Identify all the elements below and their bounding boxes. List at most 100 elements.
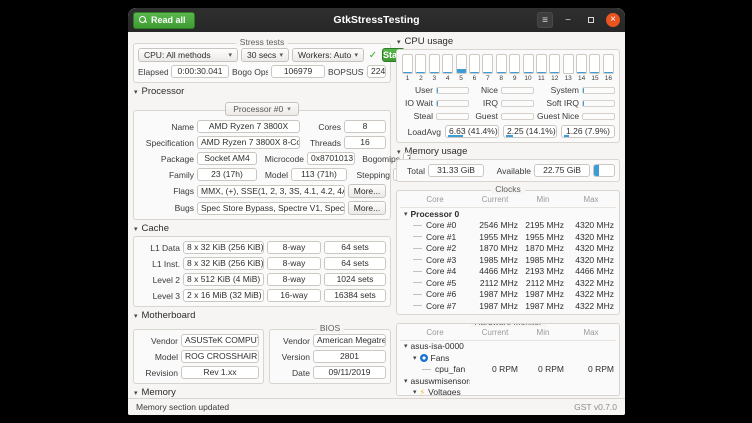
bios-vendor-field[interactable]: American Megatrends Inc. (313, 334, 386, 347)
cpu-usage-section-toggle[interactable]: ▾ CPU usage (397, 36, 620, 47)
current-column-header[interactable]: Current (470, 328, 520, 337)
mobo-vendor-field[interactable]: ASUSTeK COMPUTER INC. (181, 334, 259, 347)
bios-version-field[interactable]: 2801 (313, 350, 386, 363)
max-column-header[interactable]: Max (566, 195, 616, 204)
clock-row-core1[interactable]: Core #1 1955 MHz1955 MHz4320 MHz (400, 231, 616, 243)
hw-group-fans[interactable]: ▾Fans (400, 352, 616, 364)
cpu-core-meter-fill (403, 72, 412, 73)
clock-row-core3[interactable]: Core #3 1985 MHz1985 MHz4320 MHz (400, 254, 616, 266)
clock-row-core0[interactable]: Core #0 2546 MHz2195 MHz4320 MHz (400, 220, 616, 232)
mobo-model-field[interactable]: ROG CROSSHAIR VII HERO (181, 350, 259, 363)
guest-nice-bar (582, 113, 615, 120)
clock-row-core6[interactable]: Core #6 1987 MHz1987 MHz4322 MHz (400, 289, 616, 301)
available-memory-field[interactable]: 22.75 GiB (534, 164, 590, 177)
bops-field[interactable]: 224.73 (367, 65, 386, 78)
l1-data-ways-field[interactable]: 8-way (267, 241, 321, 254)
family-field[interactable]: 23 (17h) (197, 168, 257, 181)
stress-workers-dropdown[interactable]: Workers: Auto▾ (292, 48, 364, 62)
bugs-field[interactable]: Spec Store Bypass, Spectre V1, Spectre V… (197, 202, 345, 215)
cpu-name-field[interactable]: AMD Ryzen 7 3800X (197, 120, 300, 133)
cache-section-toggle[interactable]: ▾ Cache (134, 223, 391, 234)
l1-data-size-field[interactable]: 8 x 32 KiB (256 KiB) (183, 241, 264, 254)
loadavg-1min-field[interactable]: 6.63 (41.4%) (445, 125, 499, 138)
package-field[interactable]: Socket AM4 (197, 152, 257, 165)
level2-sets-field[interactable]: 1024 sets (324, 273, 386, 286)
tree-branch (413, 282, 422, 283)
bogo-ops-field[interactable]: 106979 (271, 65, 325, 78)
bios-date-field[interactable]: 09/11/2019 (313, 366, 386, 379)
total-label: Total (401, 166, 425, 176)
mobo-revision-label: Revision (138, 368, 178, 378)
close-button[interactable]: × (606, 13, 620, 27)
cpu-core-meter-trough (469, 54, 480, 74)
motherboard-section-label: Motherboard (142, 310, 196, 321)
hw-row-cpu-fan[interactable]: cpu_fan 0 RPM0 RPM0 RPM (400, 364, 616, 376)
flags-field[interactable]: MMX, (+), SSE(1, 2, 3, 3S, 4.1, 4.2, 4A)… (197, 185, 345, 198)
fan-icon (420, 354, 428, 362)
l1-inst-ways-field[interactable]: 8-way (267, 257, 321, 270)
level2-size-field[interactable]: 8 x 512 KiB (4 MiB) (183, 273, 264, 286)
cpu-core-meter: 11 (536, 54, 547, 82)
cpu-core-meter-trough (456, 54, 467, 74)
level3-size-field[interactable]: 2 x 16 MiB (32 MiB) (183, 289, 264, 302)
cpu-core-number: 10 (524, 75, 531, 82)
hw-group-asuswmi[interactable]: ▾asuswmisensors-isa-0000 (400, 375, 616, 387)
min-column-header[interactable]: Min (520, 195, 566, 204)
cpu-core-meters: 12345678910111213141516 (401, 54, 615, 82)
clock-row-core2[interactable]: Core #2 1870 MHz1870 MHz4320 MHz (400, 243, 616, 255)
titlebar[interactable]: GtkStressTesting Read all ≡ − × (128, 8, 625, 32)
total-memory-field[interactable]: 31.33 GiB (428, 164, 484, 177)
specification-field[interactable]: AMD Ryzen 7 3800X 8-Core Processor (197, 136, 300, 149)
core-column-header[interactable]: Core (400, 195, 470, 204)
minimize-button[interactable]: − (560, 12, 576, 28)
clocks-group-row[interactable]: ▾Processor 0 (400, 208, 616, 220)
elapsed-field[interactable]: 0:00:30.041 (171, 65, 229, 78)
cpu-core-meter-fill (537, 72, 546, 73)
clock-row-core7[interactable]: Core #7 1987 MHz1987 MHz4322 MHz (400, 300, 616, 312)
processor-section-toggle[interactable]: ▾ Processor (134, 86, 391, 97)
loadavg-15min-field[interactable]: 1.26 (7.9%) (561, 125, 615, 138)
hamburger-icon: ≡ (542, 15, 548, 26)
stress-method-dropdown[interactable]: CPU: All methods▾ (138, 48, 238, 62)
cpu-core-meter-trough (589, 54, 600, 74)
stress-duration-dropdown[interactable]: 30 secs▾ (241, 48, 289, 62)
model-field[interactable]: 113 (71h) (291, 168, 347, 181)
max-column-header[interactable]: Max (566, 328, 616, 337)
l1-inst-sets-field[interactable]: 64 sets (324, 257, 386, 270)
hw-group-voltages[interactable]: ▾⚡Voltages (400, 387, 616, 397)
microcode-field[interactable]: 0x8701013 (307, 152, 355, 165)
clock-row-core5[interactable]: Core #5 2112 MHz2112 MHz4322 MHz (400, 277, 616, 289)
l1-data-sets-field[interactable]: 64 sets (324, 241, 386, 254)
hw-group-asus-isa[interactable]: ▾asus-isa-0000 (400, 341, 616, 353)
bugs-more-button[interactable]: More... (348, 201, 386, 215)
tree-branch (413, 259, 422, 260)
current-column-header[interactable]: Current (470, 195, 520, 204)
processor-selector-wrap: Processor #0▾ (133, 99, 391, 117)
min-column-header[interactable]: Min (520, 328, 566, 337)
core-column-header[interactable]: Core (400, 328, 470, 337)
loadavg-5min-field[interactable]: 2.25 (14.1%) (503, 125, 557, 138)
read-all-button[interactable]: Read all (133, 12, 195, 29)
memory-section-toggle[interactable]: ▾ Memory (134, 387, 391, 398)
mobo-revision-field[interactable]: Rev 1.xx (181, 366, 259, 379)
l1-inst-size-field[interactable]: 8 x 32 KiB (256 KiB) (183, 257, 264, 270)
processor-selector-dropdown[interactable]: Processor #0▾ (225, 102, 299, 116)
hardware-monitor-frame-label: Hardware Monitor (470, 323, 546, 327)
system-label: System (537, 85, 579, 95)
level3-ways-field[interactable]: 16-way (267, 289, 321, 302)
clock-row-core4[interactable]: Core #4 4466 MHz2193 MHz4466 MHz (400, 266, 616, 278)
memory-usage-section-toggle[interactable]: ▾ Memory usage (397, 146, 620, 157)
threads-field[interactable]: 16 (344, 136, 386, 149)
irq-label: IRQ (472, 98, 498, 108)
cpu-core-meter-trough (576, 54, 587, 74)
ready-check-icon: ✓ (367, 49, 379, 62)
menu-button[interactable]: ≡ (537, 12, 553, 28)
cpu-core-meter: 14 (576, 54, 587, 82)
tree-branch (413, 271, 422, 272)
motherboard-section-toggle[interactable]: ▾ Motherboard (134, 310, 391, 321)
flags-more-button[interactable]: More... (348, 184, 386, 198)
level2-ways-field[interactable]: 8-way (267, 273, 321, 286)
maximize-button[interactable] (583, 12, 599, 28)
cores-field[interactable]: 8 (344, 120, 386, 133)
level3-sets-field[interactable]: 16384 sets (324, 289, 386, 302)
